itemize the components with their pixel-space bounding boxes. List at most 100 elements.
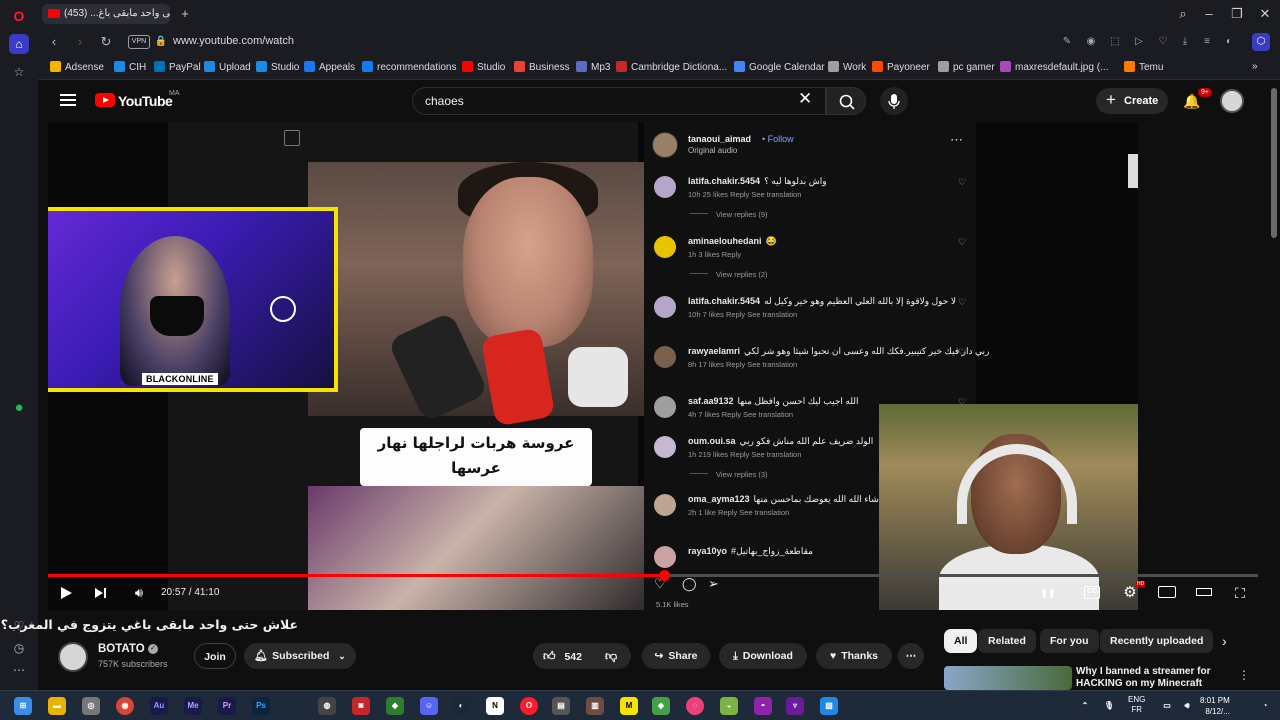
bookmark-item[interactable]: Work: [828, 61, 866, 73]
lock-icon[interactable]: 🔒: [154, 35, 168, 49]
bookmark-item[interactable]: pc gamer: [938, 61, 995, 73]
subscribed-button[interactable]: 🔔︎ Subscribed ⌄: [244, 643, 356, 669]
app-icon[interactable]: ◎: [82, 697, 100, 715]
theater-mode-button[interactable]: [1196, 588, 1212, 596]
fullscreen-button[interactable]: ⛶: [1232, 582, 1248, 604]
star-icon[interactable]: ☆: [9, 62, 29, 82]
discord-icon[interactable]: ☺: [420, 697, 438, 715]
bookmark-item[interactable]: Studio: [256, 61, 299, 73]
download-icon[interactable]: ⤓: [1178, 35, 1192, 49]
autoplay-toggle[interactable]: ❚❚: [1038, 582, 1058, 604]
miro-icon[interactable]: M: [620, 697, 638, 715]
tab-active[interactable]: علاش حتى واحد مابقى باغ... (453): [42, 4, 170, 24]
youtube-logo-icon[interactable]: [95, 93, 115, 107]
app-icon-11[interactable]: ▿: [786, 697, 804, 715]
app-icon-12[interactable]: ▧: [820, 697, 838, 715]
notification-center-icon[interactable]: ◔: [1256, 697, 1274, 715]
bookmark-item[interactable]: maxresdefault.jpg (...: [1000, 61, 1108, 73]
chrome-icon[interactable]: ◉: [116, 697, 134, 715]
channel-name[interactable]: BOTATO: [98, 643, 145, 655]
progress-bar[interactable]: [48, 570, 1258, 581]
app-icon-6[interactable]: ▥: [586, 697, 604, 715]
notion-icon[interactable]: N: [486, 697, 504, 715]
bookmark-item[interactable]: Temu: [1124, 61, 1163, 73]
bookmark-item[interactable]: Mp3: [576, 61, 610, 73]
app-icon-7[interactable]: ◈: [652, 697, 670, 715]
vpn-badge[interactable]: VPN: [128, 35, 150, 49]
close-window-button[interactable]: ✕: [1254, 4, 1276, 24]
play-icon[interactable]: ▷: [1132, 35, 1146, 49]
back-button[interactable]: ‹: [44, 32, 64, 52]
app-icon-3[interactable]: ▣: [352, 697, 370, 715]
chip-recently-uploaded[interactable]: Recently uploaded: [1100, 629, 1214, 653]
windows-start-icon[interactable]: ⊞: [14, 697, 32, 715]
dislike-button[interactable]: 👎︎: [605, 643, 617, 669]
next-button[interactable]: [94, 582, 110, 604]
home-icon[interactable]: ⌂: [9, 34, 29, 54]
account-avatar[interactable]: [1220, 89, 1244, 113]
chip-all[interactable]: All: [944, 629, 978, 653]
heart-outline-icon[interactable]: ♡: [1156, 35, 1170, 49]
opera-logo-icon[interactable]: O: [9, 6, 29, 26]
play-button[interactable]: [58, 582, 74, 604]
bookmark-item[interactable]: Adsense: [50, 61, 104, 73]
cube-icon[interactable]: ⬚: [1108, 35, 1122, 49]
camera-icon[interactable]: ◉: [1084, 35, 1098, 49]
captions-button[interactable]: CC: [1084, 586, 1100, 599]
bookmark-item[interactable]: PayPal: [154, 61, 201, 73]
miniplayer-button[interactable]: [1158, 586, 1176, 598]
search-button[interactable]: [826, 87, 866, 115]
thanks-button[interactable]: ♥ Thanks: [816, 643, 892, 669]
steam-icon[interactable]: ◐: [452, 697, 470, 715]
chevron-right-icon[interactable]: ›: [1222, 633, 1227, 649]
video-player[interactable]: عروسة هربات لراجلها نهار عرسها وطفات تيل…: [48, 122, 1138, 610]
spotify-icon[interactable]: ●: [9, 398, 29, 418]
profile-icon[interactable]: ◐: [1222, 35, 1236, 49]
recommended-thumbnail[interactable]: [944, 666, 1072, 690]
create-button[interactable]: Create: [1096, 87, 1168, 114]
language-indicator[interactable]: ENG FR: [1128, 695, 1145, 715]
premiere-icon[interactable]: Pr: [218, 697, 236, 715]
minimize-button[interactable]: –: [1198, 4, 1220, 24]
channel-avatar[interactable]: [58, 642, 88, 672]
download-button[interactable]: ⤓ Download: [719, 643, 807, 669]
forward-button[interactable]: ›: [70, 32, 90, 52]
like-button[interactable]: 👍︎ 542: [543, 643, 582, 670]
bookmark-item[interactable]: Payoneer: [872, 61, 930, 73]
app-icon-4[interactable]: ◆: [386, 697, 404, 715]
file-explorer-icon[interactable]: ▬: [48, 697, 66, 715]
more-actions-button[interactable]: ⋯: [898, 643, 924, 669]
extension-icon[interactable]: ⬡: [1252, 33, 1270, 51]
app-icon-10[interactable]: ◓: [754, 697, 772, 715]
taskbar-clock[interactable]: 8:01 PM 8/12/...: [1200, 695, 1230, 717]
media-encoder-icon[interactable]: Me: [184, 697, 202, 715]
photoshop-icon[interactable]: Ps: [252, 697, 270, 715]
app-icon-2[interactable]: ◍: [318, 697, 336, 715]
bookmark-item[interactable]: recommendations: [362, 61, 456, 73]
opera-icon[interactable]: O: [520, 697, 538, 715]
tray-chevron-icon[interactable]: ⌃: [1076, 697, 1094, 715]
bookmark-item[interactable]: Studio: [462, 61, 505, 73]
more-icon[interactable]: ⋯: [9, 660, 29, 680]
tray-volume-icon[interactable]: 🔊︎: [1178, 697, 1196, 715]
maximize-button[interactable]: ❐: [1226, 4, 1248, 24]
tray-network-icon[interactable]: ▭: [1158, 697, 1176, 715]
page-scrollbar[interactable]: [1270, 82, 1278, 686]
chip-for-you[interactable]: For you: [1040, 629, 1099, 653]
bookmark-item[interactable]: Upload: [204, 61, 251, 73]
bookmarks-overflow-icon[interactable]: »: [1252, 61, 1258, 72]
bookmark-item[interactable]: Google Calendar: [734, 61, 825, 73]
bookmark-item[interactable]: Business: [514, 61, 570, 73]
after-effects-icon[interactable]: Au: [150, 697, 168, 715]
join-button[interactable]: Join: [194, 643, 236, 669]
clear-search-icon[interactable]: ✕: [798, 89, 812, 109]
search-tabs-icon[interactable]: ⌕: [1172, 4, 1194, 24]
bookmark-item[interactable]: CIH: [114, 61, 146, 73]
url-field[interactable]: www.youtube.com/watch: [173, 35, 294, 47]
scrollbar-thumb[interactable]: [1271, 88, 1277, 238]
bookmark-item[interactable]: Appeals: [304, 61, 355, 73]
hamburger-menu-icon[interactable]: [60, 94, 76, 106]
app-icon-9[interactable]: ◒: [720, 697, 738, 715]
tray-mic-icon[interactable]: 🎙︎: [1100, 697, 1118, 715]
app-icon-8[interactable]: ◌: [686, 697, 704, 715]
